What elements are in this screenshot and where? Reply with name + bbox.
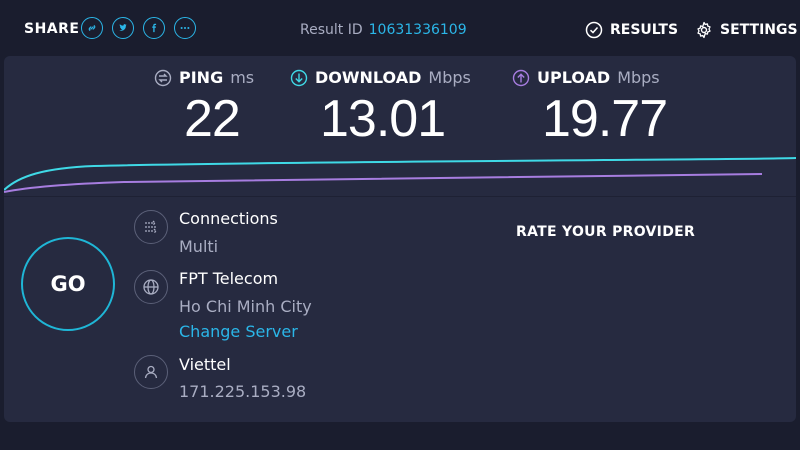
- connections-icon[interactable]: [134, 210, 168, 244]
- results-panel: PING ms 22 DOWNLOAD Mbps 13.01 UPLOAD Mb…: [4, 56, 796, 422]
- server-location: Ho Chi Minh City: [179, 297, 312, 316]
- upload-line: [4, 173, 763, 193]
- connections-title: Connections: [179, 209, 278, 228]
- upload-unit: Mbps: [617, 68, 660, 87]
- upload-label: UPLOAD: [537, 68, 611, 87]
- gear-icon: [697, 21, 711, 39]
- ping-icon: [154, 69, 172, 86]
- server-name: FPT Telecom: [179, 269, 279, 288]
- globe-icon: [134, 270, 168, 304]
- download-arrow-icon: [290, 69, 308, 86]
- download-label: DOWNLOAD: [315, 68, 422, 87]
- download-line: [4, 157, 796, 191]
- more-icon[interactable]: [174, 17, 196, 39]
- top-bar: SHARE Result ID 10631336109 RESULTS SETTI…: [0, 0, 800, 56]
- download-value: 13.01: [320, 90, 446, 148]
- link-icon[interactable]: [81, 17, 103, 39]
- ping-label: PING: [179, 68, 224, 87]
- twitter-icon[interactable]: [112, 17, 134, 39]
- divider: [4, 196, 796, 197]
- user-icon: [134, 355, 168, 389]
- ping-unit: ms: [230, 68, 255, 87]
- upload-value: 19.77: [542, 90, 668, 148]
- results-button[interactable]: RESULTS: [585, 21, 678, 39]
- settings-label: SETTINGS: [720, 22, 798, 38]
- ping-metric: PING ms 22: [154, 68, 254, 149]
- rate-provider-heading: RATE YOUR PROVIDER: [516, 224, 696, 240]
- go-button[interactable]: GO: [21, 237, 115, 331]
- provider-name: Viettel: [179, 355, 231, 374]
- download-metric: DOWNLOAD Mbps 13.01: [290, 68, 471, 149]
- connections-value: Multi: [179, 237, 219, 256]
- settings-button[interactable]: SETTINGS: [695, 21, 798, 39]
- share-label: SHARE: [24, 21, 80, 37]
- result-id: Result ID 10631336109: [300, 22, 467, 38]
- check-circle-icon: [585, 21, 603, 39]
- facebook-icon[interactable]: [143, 17, 165, 39]
- upload-metric: UPLOAD Mbps 19.77: [512, 68, 668, 149]
- download-unit: Mbps: [428, 68, 471, 87]
- speed-graph: [4, 157, 796, 193]
- provider-ip: 171.225.153.98: [179, 382, 307, 401]
- result-id-label: Result ID: [300, 22, 363, 38]
- results-label: RESULTS: [610, 22, 679, 38]
- upload-arrow-icon: [512, 69, 530, 86]
- ping-value: 22: [184, 90, 241, 148]
- change-server-link[interactable]: Change Server: [179, 322, 298, 341]
- result-id-value[interactable]: 10631336109: [369, 22, 467, 38]
